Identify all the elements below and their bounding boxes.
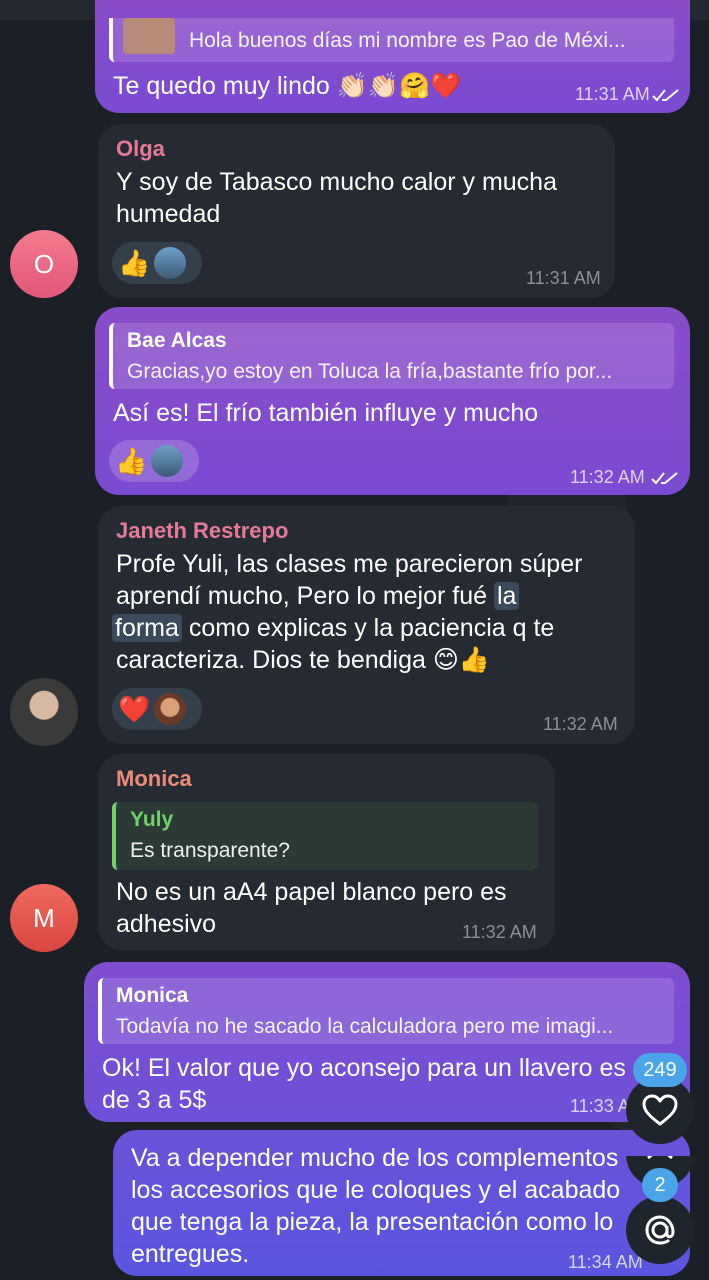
- at-icon: [645, 1215, 675, 1245]
- avatar[interactable]: [10, 678, 78, 746]
- heart-icon: ❤️: [118, 694, 151, 724]
- avatar[interactable]: M: [10, 884, 78, 952]
- message-text-line: Va a depender mucho de los complementos: [131, 1144, 619, 1172]
- highlighted-text[interactable]: la: [493, 582, 520, 610]
- message-bubble-outgoing[interactable]: Va a depender mucho de los complementos …: [113, 1130, 690, 1276]
- reply-text: Todavía no he sacado la calculadora pero…: [116, 1015, 614, 1038]
- sender-name[interactable]: Monica: [116, 766, 192, 792]
- sender-name[interactable]: Janeth Restrepo: [116, 518, 288, 544]
- reply-sender: Monica: [116, 984, 189, 1007]
- message-text-line: No es un aA4 papel blanco pero es: [116, 878, 507, 906]
- message-text-line: de 3 a 5$: [102, 1086, 207, 1114]
- double-check-icon: [651, 472, 678, 485]
- message-time: 11:31 AM: [575, 84, 650, 104]
- message-time: 11:31 AM: [526, 268, 601, 288]
- reactor-avatar: [151, 445, 183, 477]
- message-text-line: aprendí mucho, Pero lo mejor fué la: [116, 580, 520, 612]
- text-segment: aprendí mucho, Pero lo mejor fué: [116, 582, 494, 610]
- message-text-line: Ok! El valor que yo aconsejo para un lla…: [102, 1054, 626, 1082]
- highlighted-text[interactable]: forma: [112, 614, 182, 642]
- reply-text: Hola buenos días mi nombre es Pao de Méx…: [189, 29, 626, 52]
- sender-name[interactable]: Olga: [116, 136, 165, 162]
- reactions-count-badge: 249: [633, 1053, 687, 1087]
- reply-quote[interactable]: Bae Alcas Gracias,yo estoy en Toluca la …: [109, 323, 674, 389]
- message-bubble-outgoing[interactable]: Monica Todavía no he sacado la calculado…: [84, 962, 690, 1122]
- reply-quote[interactable]: Hola buenos días mi nombre es Pao de Méx…: [109, 18, 674, 62]
- message-time: 11:33 AM: [570, 1096, 630, 1116]
- message-text-line: caracteriza. Dios te bendiga 😊👍: [116, 646, 491, 674]
- thumbs-up-icon: 👍: [115, 446, 148, 476]
- message-time: 11:32 AM: [462, 922, 537, 942]
- reply-sender: Bae Alcas: [127, 329, 227, 352]
- reaction-pill[interactable]: 👍: [112, 242, 202, 284]
- message-text: Así es! El frío también influye y mucho: [113, 399, 539, 427]
- message-text: Te quedo muy lindo 👏🏻👏🏻🤗❤️: [113, 72, 462, 100]
- thumbs-up-icon: 👍: [118, 248, 151, 278]
- reply-sender: Yuly: [130, 808, 174, 831]
- reply-text: Gracias,yo estoy en Toluca la fría,basta…: [127, 360, 613, 383]
- message-text-line: Y soy de Tabasco mucho calor y mucha: [116, 168, 557, 196]
- double-check-icon: [652, 89, 679, 102]
- message-bubble-incoming[interactable]: Olga Y soy de Tabasco mucho calor y much…: [98, 124, 615, 298]
- message-text-line: entregues.: [131, 1240, 250, 1268]
- reply-quote[interactable]: Yuly Es transparente?: [112, 802, 538, 870]
- text-segment: como explicas y la paciencia q te: [181, 614, 555, 642]
- message-text-line: que tenga la pieza, la presentación como…: [131, 1208, 614, 1236]
- reactor-avatar: [154, 247, 186, 279]
- avatar[interactable]: O: [10, 230, 78, 298]
- mentions-count-badge: 2: [642, 1168, 678, 1202]
- reaction-pill[interactable]: 👍: [109, 440, 199, 482]
- message-bubble-outgoing[interactable]: Bae Alcas Gracias,yo estoy en Toluca la …: [95, 307, 690, 495]
- mentions-fab[interactable]: [626, 1196, 694, 1264]
- message-bubble-incoming[interactable]: Monica Yuly Es transparente? No es un aA…: [98, 754, 555, 950]
- message-time: 11:32 AM: [570, 467, 645, 487]
- reaction-pill[interactable]: ❤️: [112, 688, 202, 730]
- reactor-avatar: [154, 693, 186, 725]
- message-bubble-outgoing[interactable]: Hola buenos días mi nombre es Pao de Méx…: [95, 0, 690, 113]
- reply-text: Es transparente?: [130, 839, 290, 862]
- message-text-line: adhesivo: [116, 910, 217, 938]
- reply-quote[interactable]: Monica Todavía no he sacado la calculado…: [98, 978, 674, 1044]
- message-time: 11:32 AM: [543, 714, 618, 734]
- message-text-line: Profe Yuli, las clases me parecieron súp…: [116, 550, 583, 578]
- message-bubble-incoming[interactable]: Janeth Restrepo Profe Yuli, las clases m…: [98, 506, 635, 744]
- message-text-line: forma como explicas y la paciencia q te: [112, 612, 554, 644]
- reply-thumbnail: [123, 18, 175, 54]
- message-text-line: humedad: [116, 200, 221, 228]
- message-text-line: los accesorios que le coloques y el acab…: [131, 1176, 621, 1204]
